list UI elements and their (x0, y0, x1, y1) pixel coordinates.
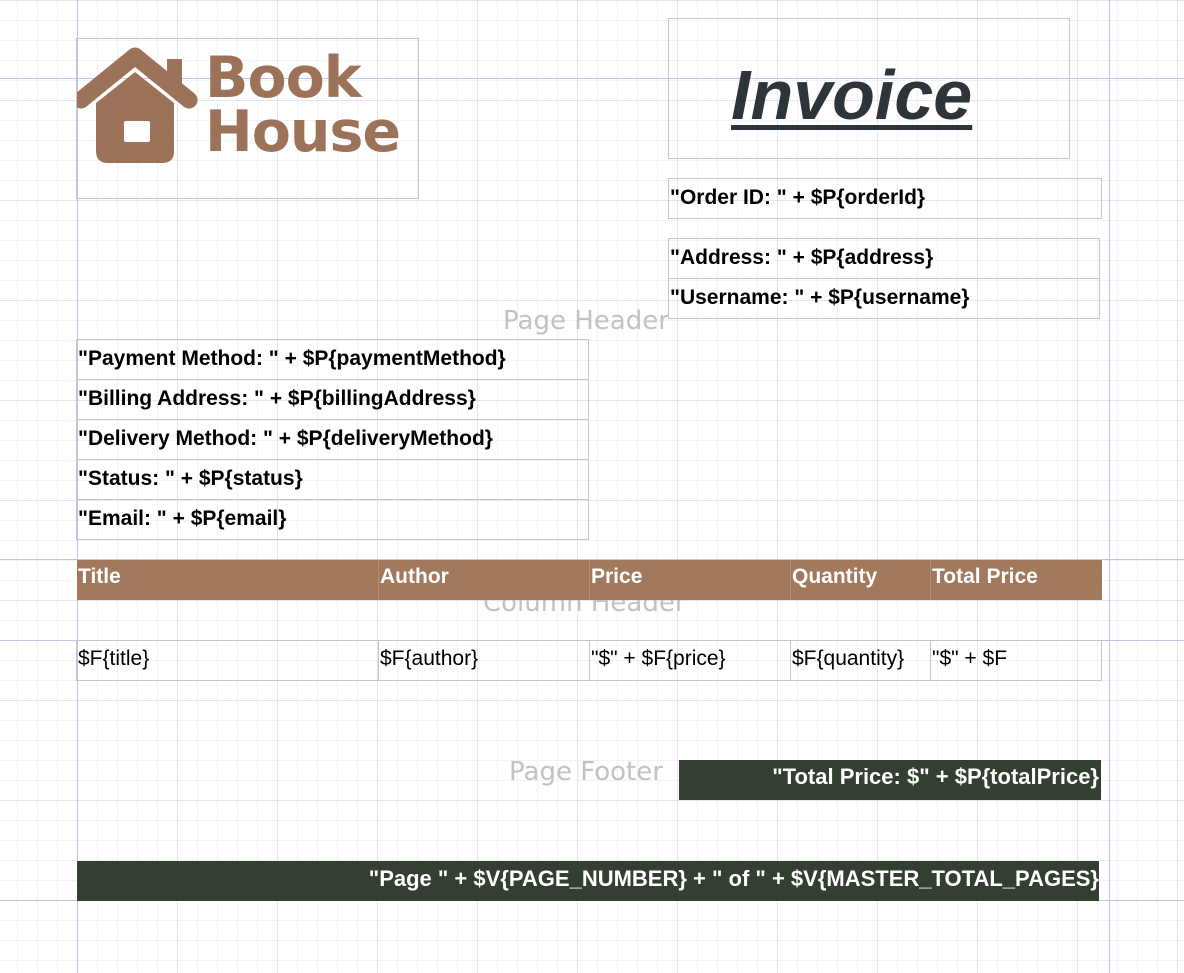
email-field[interactable]: "Email: " + $P{email} (76, 499, 589, 540)
detail-total-price-field[interactable]: "$" + $F (930, 640, 1102, 681)
brand-name-line2: House (205, 99, 401, 165)
detail-author-field[interactable]: $F{author} (378, 640, 590, 681)
page-header-band-label: Page Header (503, 306, 669, 336)
total-price-field[interactable]: "Total Price: $" + $P{totalPrice} (679, 760, 1101, 800)
order-id-field[interactable]: "Order ID: " + $P{orderId} (668, 178, 1102, 219)
page-footer-band-label: Page Footer (509, 757, 663, 787)
column-header-title[interactable]: Title (77, 560, 378, 600)
column-header-total-price[interactable]: Total Price (930, 560, 1102, 600)
invoice-title-box[interactable]: Invoice (668, 18, 1070, 159)
column-header-author[interactable]: Author (378, 560, 589, 600)
address-field[interactable]: "Address: " + $P{address} (668, 238, 1100, 279)
margin-guide-line (1109, 0, 1110, 973)
detail-title-field[interactable]: $F{title} (76, 640, 379, 681)
brand-name-line1: Book (205, 45, 362, 111)
column-header-quantity[interactable]: Quantity (790, 560, 930, 600)
detail-quantity-field[interactable]: $F{quantity} (790, 640, 931, 681)
column-header-price[interactable]: Price (589, 560, 790, 600)
status-field[interactable]: "Status: " + $P{status} (76, 459, 589, 500)
delivery-method-field[interactable]: "Delivery Method: " + $P{deliveryMethod} (76, 419, 589, 460)
username-field[interactable]: "Username: " + $P{username} (668, 278, 1100, 319)
billing-address-field[interactable]: "Billing Address: " + $P{billingAddress} (76, 379, 589, 420)
invoice-title: Invoice (731, 56, 973, 134)
logo-image-element[interactable]: Book House (76, 38, 419, 199)
page-number-field[interactable]: "Page " + $V{PAGE_NUMBER} + " of " + $V{… (77, 861, 1099, 901)
payment-method-field[interactable]: "Payment Method: " + $P{paymentMethod} (76, 339, 589, 380)
detail-price-field[interactable]: "$" + $F{price} (589, 640, 791, 681)
